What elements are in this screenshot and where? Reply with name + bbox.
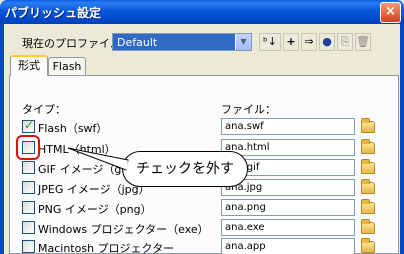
jpeg-checkbox[interactable] — [22, 181, 35, 194]
folder-icon[interactable] — [361, 199, 375, 214]
duplicate-icon: ⇒ — [304, 35, 314, 48]
folder-icon[interactable] — [361, 159, 375, 174]
tab-formats[interactable]: 形式 — [10, 55, 48, 76]
mac-projector-label: Macintosh プロジェクター — [38, 242, 175, 254]
profile-value: Default — [117, 36, 158, 49]
windows-projector-label: Windows プロジェクター（exe） — [38, 223, 209, 236]
import-export-icon: ᵇ↓ — [263, 35, 277, 48]
annotation-callout: チェックを外す — [122, 151, 248, 187]
gif-checkbox[interactable] — [22, 161, 35, 174]
flash-label: Flash（swf） — [38, 122, 108, 135]
title-bar: パブリッシュ設定 × — [0, 0, 404, 24]
folder-icon[interactable] — [361, 179, 375, 194]
plus-icon: + — [286, 35, 296, 48]
rename-icon: ⎘ — [340, 35, 350, 48]
html-file-input[interactable]: ana.html — [221, 139, 355, 156]
profile-info-button[interactable]: ● — [319, 33, 335, 51]
close-button[interactable]: × — [380, 2, 401, 23]
folder-icon[interactable] — [361, 238, 375, 253]
chevron-down-icon[interactable]: ▼ — [235, 34, 251, 50]
folder-icon[interactable] — [361, 118, 375, 133]
folder-icon[interactable] — [361, 219, 375, 234]
add-profile-button[interactable]: + — [283, 33, 299, 51]
import-export-button[interactable]: ᵇ↓ — [259, 33, 281, 51]
trash-icon: 🗑 — [356, 35, 370, 48]
close-icon: × — [385, 4, 396, 19]
windows-projector-checkbox[interactable] — [22, 221, 35, 234]
window-frame-right — [400, 24, 404, 254]
flash-file-input[interactable]: ana.swf — [221, 118, 355, 135]
windows-projector-file-input[interactable]: ana.exe — [221, 219, 355, 236]
info-icon: ● — [322, 35, 332, 48]
window-frame-left — [0, 24, 4, 254]
duplicate-profile-button[interactable]: ⇒ — [301, 33, 317, 51]
window-title: パブリッシュ設定 — [5, 6, 102, 20]
file-column-header: ファイル： — [221, 103, 276, 116]
tab-label: 形式 — [18, 59, 40, 72]
highlight-box — [16, 135, 40, 160]
png-file-input[interactable]: ana.png — [221, 199, 355, 216]
rename-profile-button[interactable]: ⎘ — [337, 33, 353, 51]
mac-projector-checkbox[interactable] — [22, 240, 35, 253]
png-checkbox[interactable] — [22, 201, 35, 214]
flash-checkbox[interactable] — [22, 118, 35, 133]
html-label: HTML（html） — [38, 143, 116, 156]
delete-profile-button[interactable]: 🗑 — [355, 33, 371, 51]
png-label: PNG イメージ（png） — [38, 203, 152, 216]
type-column-header: タイプ： — [22, 103, 66, 116]
tab-label: Flash — [52, 60, 82, 73]
profile-dropdown[interactable]: Default ▼ — [112, 33, 252, 51]
tab-flash[interactable]: Flash — [48, 57, 86, 75]
folder-icon[interactable] — [361, 139, 375, 154]
mac-projector-file-input[interactable]: ana.app — [221, 238, 355, 254]
